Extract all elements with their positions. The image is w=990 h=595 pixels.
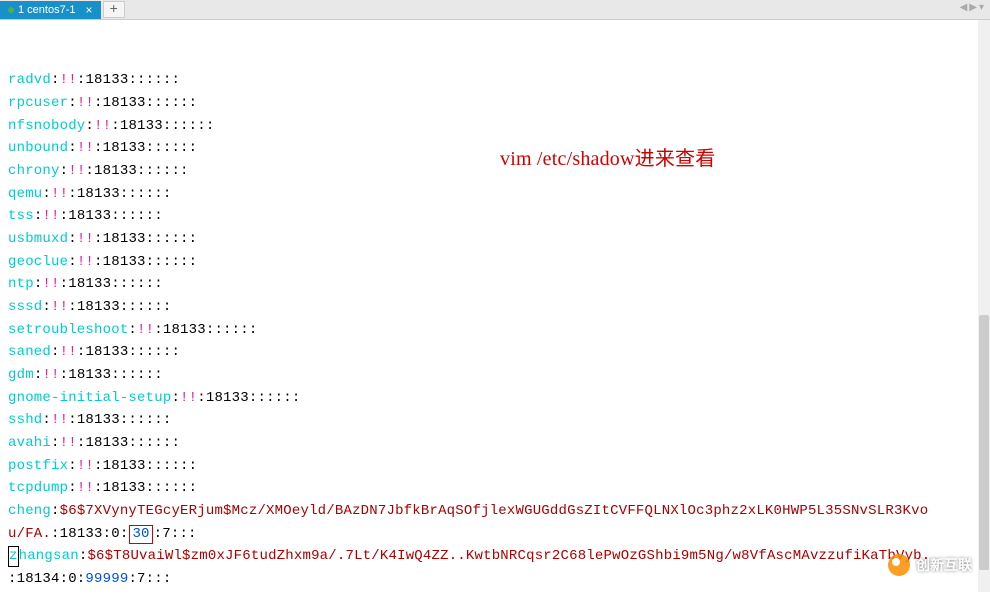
highlight-box: 30: [129, 525, 152, 544]
watermark-text: 创新互联: [916, 555, 972, 575]
shadow-line-cheng-2: u/FA.:18133:0:30:7:::: [8, 523, 982, 546]
shadow-line: qemu:!!:18133::::::: [8, 183, 982, 206]
shadow-line-zhangsan: zhangsan:$6$T8UvaiWl$zm0xJF6tudZhxm9a/.7…: [8, 545, 982, 568]
terminal-content[interactable]: vim /etc/shadow进来查看 radvd:!!:18133::::::…: [0, 20, 990, 595]
shadow-line: saned:!!:18133::::::: [8, 341, 982, 364]
shadow-line: gdm:!!:18133::::::: [8, 364, 982, 387]
shadow-line: avahi:!!:18133::::::: [8, 432, 982, 455]
shadow-line: setroubleshoot:!!:18133::::::: [8, 319, 982, 342]
tab-nav: ◀ ▶ ▾: [960, 2, 984, 13]
nav-down-icon[interactable]: ▾: [979, 2, 984, 13]
add-tab-button[interactable]: +: [103, 1, 125, 18]
shadow-line: gnome-initial-setup:!!:18133::::::: [8, 387, 982, 410]
shadow-line-cheng: cheng:$6$7XVynyTEGcyERjum$Mcz/XMOeyld/BA…: [8, 500, 982, 523]
shadow-line: tss:!!:18133::::::: [8, 205, 982, 228]
shadow-line: radvd:!!:18133::::::: [8, 69, 982, 92]
cursor-icon: z: [8, 546, 19, 566]
tab-centos7[interactable]: 1 centos7-1 ×: [0, 1, 101, 19]
shadow-line: sshd:!!:18133::::::: [8, 409, 982, 432]
tab-bar: 1 centos7-1 × + ◀ ▶ ▾: [0, 0, 990, 20]
annotation-text: vim /etc/shadow进来查看: [500, 143, 715, 175]
shadow-line: chrony:!!:18133::::::: [8, 160, 982, 183]
shadow-line: unbound:!!:18133::::::: [8, 137, 982, 160]
shadow-line: sssd:!!:18133::::::: [8, 296, 982, 319]
nav-right-icon[interactable]: ▶: [969, 2, 977, 13]
shadow-line: nfsnobody:!!:18133::::::: [8, 115, 982, 138]
scrollbar[interactable]: [978, 20, 990, 592]
shadow-line: usbmuxd:!!:18133::::::: [8, 228, 982, 251]
watermark: 创新互联: [888, 554, 972, 576]
shadow-line: tcpdump:!!:18133::::::: [8, 477, 982, 500]
watermark-icon: [888, 554, 910, 576]
tab-label: 1 centos7-1: [18, 4, 75, 16]
status-dot-icon: [8, 7, 14, 13]
scroll-thumb[interactable]: [979, 315, 989, 570]
shadow-line-zhangsan-2: :18134:0:99999:7:::: [8, 568, 982, 591]
shadow-line: geoclue:!!:18133::::::: [8, 251, 982, 274]
shadow-line: rpcuser:!!:18133::::::: [8, 92, 982, 115]
nav-left-icon[interactable]: ◀: [960, 2, 968, 13]
shadow-line: postfix:!!:18133::::::: [8, 455, 982, 478]
close-icon[interactable]: ×: [85, 3, 92, 17]
shadow-line: ntp:!!:18133::::::: [8, 273, 982, 296]
